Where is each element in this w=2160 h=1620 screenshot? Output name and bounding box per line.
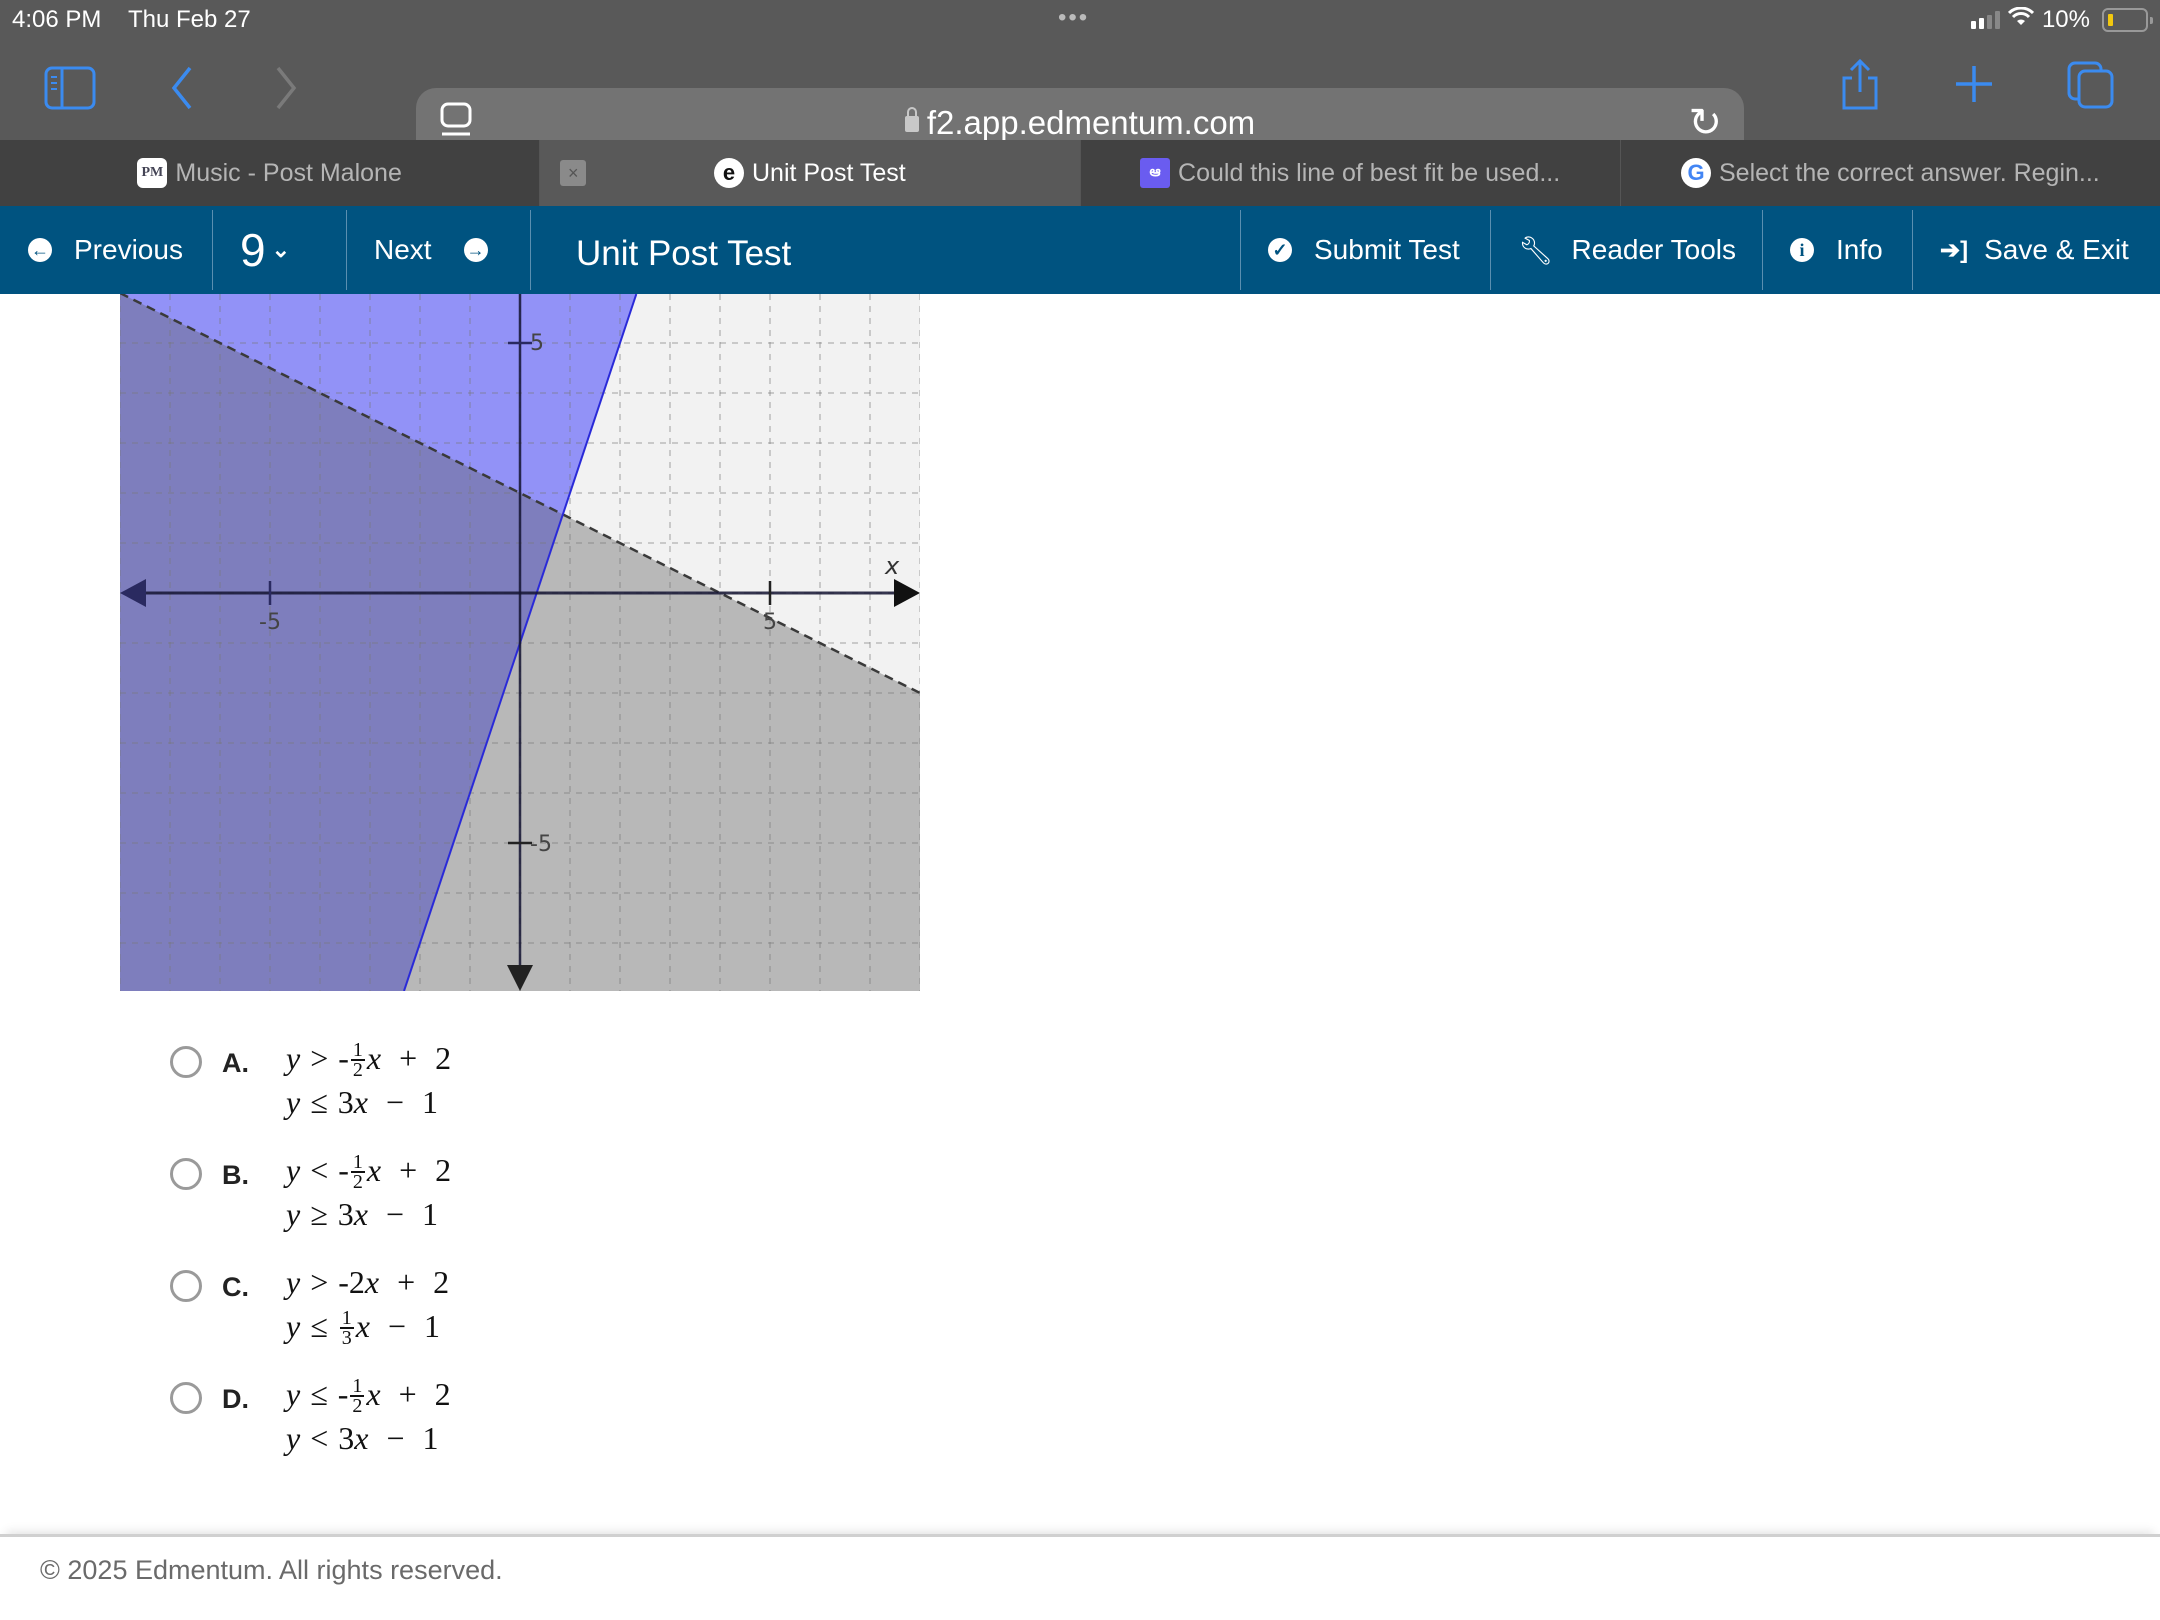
relation-symbol: ≤ xyxy=(310,1084,328,1120)
new-tab-icon[interactable] xyxy=(1954,64,1994,113)
edmentum-favicon-icon: e xyxy=(713,158,744,188)
page-title: Unit Post Test xyxy=(576,234,792,273)
inequality-1: y > -2x + 2 xyxy=(286,1264,450,1300)
inequality-graph: x -5 5 5 -5 xyxy=(120,294,920,991)
close-tab-icon[interactable]: × xyxy=(560,160,587,186)
copyright-text: © 2025 Edmentum. All rights reserved. xyxy=(40,1555,503,1585)
fraction: 12 xyxy=(350,1150,365,1193)
battery-percent: 10% xyxy=(2041,6,2090,33)
tab-label: Unit Post Test xyxy=(751,158,906,187)
x-axis-label: x xyxy=(884,552,900,580)
google-favicon-icon: G xyxy=(1681,158,1711,188)
tab-label: Could this line of best fit be used... xyxy=(1178,158,1561,187)
y-tick-label-5: 5 xyxy=(530,331,544,356)
radio-button[interactable] xyxy=(170,1158,202,1190)
brainly-favicon-icon: ఆ xyxy=(1140,158,1171,188)
pm-favicon-icon: PM xyxy=(137,158,168,188)
y-tick-label-neg5: -5 xyxy=(530,832,552,857)
battery-icon xyxy=(2102,8,2153,32)
status-time: 4:06 PM xyxy=(12,6,102,33)
relation-symbol: < xyxy=(310,1152,329,1188)
save-exit-button[interactable]: ➔] Save & Exit xyxy=(1940,206,2129,294)
inequality-2: y ≤1 3 x − 1 xyxy=(286,1306,441,1349)
inequality-2: y ≤3x − 1 xyxy=(286,1084,439,1120)
relation-symbol: > xyxy=(310,1264,329,1300)
inequality-1: y > -1 2 x + 2 xyxy=(286,1038,452,1081)
tab-select-correct-answer[interactable]: G Select the correct answer. Regin... xyxy=(1621,140,2160,206)
tab-unit-post-test[interactable]: × e Unit Post Test xyxy=(540,140,1081,206)
radio-button[interactable] xyxy=(170,1046,202,1078)
back-icon[interactable] xyxy=(168,64,196,121)
x-tick-label-5: 5 xyxy=(763,610,777,635)
cellular-signal-icon xyxy=(1970,11,2000,29)
relation-symbol: ≤ xyxy=(310,1308,328,1344)
browser-toolbar: f2.app.edmentum.com ↻ xyxy=(0,40,2160,160)
question-number-dropdown[interactable]: 9 ⌄ xyxy=(240,206,290,294)
radio-button[interactable] xyxy=(170,1270,202,1302)
info-circle-icon: i xyxy=(1790,238,1814,262)
lock-icon xyxy=(904,107,919,132)
relation-symbol: ≤ xyxy=(310,1376,328,1412)
tabs-icon[interactable] xyxy=(2066,60,2116,119)
wifi-icon xyxy=(2007,6,2035,33)
relation-symbol: > xyxy=(310,1040,329,1076)
relation-symbol: ≥ xyxy=(310,1196,328,1232)
inequality-1: y ≤ -1 2 x + 2 xyxy=(286,1374,451,1417)
arrow-right-circle-icon: → xyxy=(463,238,488,262)
check-circle-icon: ✓ xyxy=(1268,238,1292,262)
tab-music-post-malone[interactable]: PM Music - Post Malone xyxy=(0,140,541,206)
reader-tools-button[interactable]: 🔧︎ Reader Tools xyxy=(1518,206,1736,294)
share-icon[interactable] xyxy=(1838,58,1882,121)
chevron-down-icon: ⌄ xyxy=(271,237,291,262)
inequality-2: y <3x − 1 xyxy=(286,1420,439,1456)
info-button[interactable]: i Info xyxy=(1790,206,1883,294)
url-text[interactable]: f2.app.edmentum.com xyxy=(927,104,1255,141)
fraction: 13 xyxy=(339,1306,354,1349)
sign-in-icon: ➔] xyxy=(1940,236,1969,264)
tab-label: Select the correct answer. Regin... xyxy=(1719,158,2100,187)
choice-letter: B. xyxy=(222,1160,249,1190)
status-bar: 4:06 PM Thu Feb 27 ••• 10% xyxy=(0,0,2160,40)
radio-button[interactable] xyxy=(170,1382,202,1414)
next-button[interactable]: Next → xyxy=(374,206,488,294)
choice-letter: D. xyxy=(222,1384,249,1414)
tab-bar: PM Music - Post Malone × e Unit Post Tes… xyxy=(0,140,2160,206)
submit-test-button[interactable]: ✓ Submit Test xyxy=(1268,206,1460,294)
sidebar-icon[interactable] xyxy=(44,66,96,119)
inequality-1: y < -1 2 x + 2 xyxy=(286,1150,452,1193)
multitask-dots-icon[interactable]: ••• xyxy=(1058,4,1089,32)
status-date: Thu Feb 27 xyxy=(128,6,251,33)
tab-label: Music - Post Malone xyxy=(175,158,402,187)
wrench-icon: 🔧︎ xyxy=(1518,234,1554,266)
tab-line-of-best-fit[interactable]: ఆ Could this line of best fit be used... xyxy=(1081,140,1621,206)
choice-letter: C. xyxy=(222,1272,249,1302)
previous-button[interactable]: ← Previous xyxy=(28,206,183,294)
forward-icon[interactable] xyxy=(272,64,300,121)
fraction: 12 xyxy=(350,1374,365,1417)
relation-symbol: < xyxy=(310,1420,329,1456)
choice-letter: A. xyxy=(222,1048,249,1078)
inequality-2: y ≥3x − 1 xyxy=(286,1196,439,1232)
test-nav-header: ← Previous 9 ⌄ Next → Unit Post Test ✓ S… xyxy=(0,206,2160,294)
x-tick-label-neg5: -5 xyxy=(259,610,281,635)
arrow-left-circle-icon: ← xyxy=(28,238,52,262)
fraction: 12 xyxy=(350,1038,365,1081)
footer: © 2025 Edmentum. All rights reserved. xyxy=(0,1534,2160,1620)
